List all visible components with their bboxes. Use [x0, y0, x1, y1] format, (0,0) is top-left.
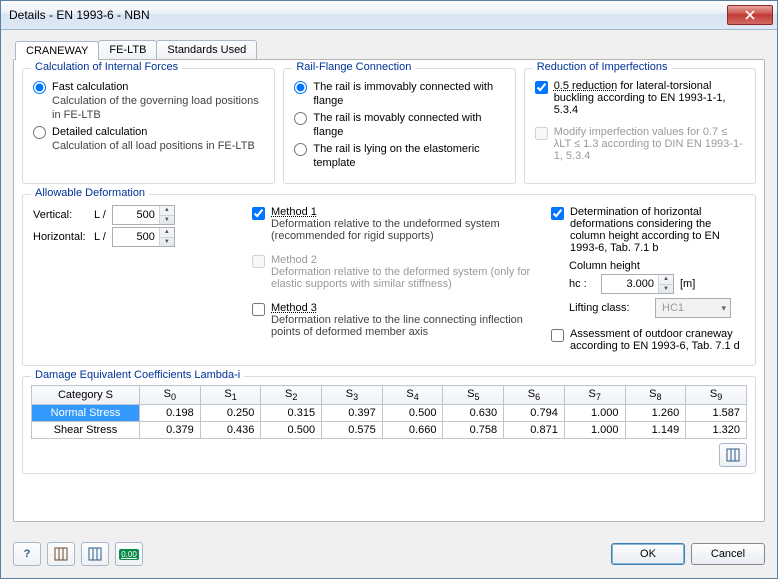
check-method-3-label: Method 3: [271, 302, 317, 314]
input-vertical-l[interactable]: [113, 206, 159, 224]
check-modify-imperfection-label: Modify imperfection values for 0.7 ≤ λLT…: [554, 126, 745, 162]
input-hc[interactable]: [602, 275, 658, 293]
check-modify-imperfection: [535, 127, 548, 140]
columns-icon: [88, 547, 102, 561]
label-horizontal: Horizontal:: [33, 231, 88, 243]
radio-detailed-calculation-sub: Calculation of all load positions in FE-…: [52, 139, 255, 153]
group-allowable-deformation: Allowable Deformation: [31, 187, 149, 199]
check-horizontal-deform[interactable]: [551, 207, 564, 220]
window-title: Details - EN 1993-6 - NBN: [9, 8, 727, 22]
label-vertical: Vertical:: [33, 209, 88, 221]
columns-icon: [726, 448, 740, 462]
radio-rail-elastomeric[interactable]: [294, 143, 307, 156]
radio-rail-movable[interactable]: [294, 112, 307, 125]
check-horizontal-deform-label: Determination of horizontal deformations…: [570, 206, 745, 254]
check-method-1[interactable]: [252, 207, 265, 220]
label-lover-h: L /: [94, 231, 106, 243]
units-button[interactable]: 0.00: [115, 542, 143, 566]
spin-up-icon[interactable]: ▲: [160, 228, 174, 238]
radio-rail-movable-label: The rail is movably connected with flang…: [313, 111, 504, 139]
tab-standards-used[interactable]: Standards Used: [156, 40, 257, 59]
check-05-reduction-link: 0.5 reduction: [554, 80, 618, 92]
input-horizontal-l[interactable]: [113, 228, 159, 246]
select-lifting-class[interactable]: HC1: [655, 298, 731, 318]
radio-detailed-calculation-label: Detailed calculation: [52, 125, 255, 139]
radio-fast-calculation-label: Fast calculation: [52, 80, 264, 94]
spin-down-icon[interactable]: ▼: [160, 216, 174, 225]
cancel-button[interactable]: Cancel: [691, 543, 765, 565]
help-button[interactable]: ?: [13, 542, 41, 566]
tool-button-1[interactable]: [47, 542, 75, 566]
columns-icon: [54, 547, 68, 561]
table-row[interactable]: Normal Stress 0.1980.2500.3150.3970.5000…: [32, 405, 747, 422]
th-category: Category S: [32, 386, 140, 405]
spin-up-icon[interactable]: ▲: [659, 275, 673, 285]
label-lover-v: L /: [94, 209, 106, 221]
check-05-reduction[interactable]: [535, 81, 548, 94]
tool-button-2[interactable]: [81, 542, 109, 566]
check-method-3-sub: Deformation relative to the line connect…: [271, 314, 537, 338]
radio-fast-calculation-sub: Calculation of the governing load positi…: [52, 94, 264, 122]
radio-detailed-calculation[interactable]: [33, 126, 46, 139]
check-method-1-label: Method 1: [271, 206, 317, 218]
group-reduction: Reduction of Imperfections: [533, 61, 672, 73]
check-method-2-label: Method 2: [271, 254, 317, 266]
group-lambda: Damage Equivalent Coefficients Lambda-i: [31, 369, 244, 381]
radio-rail-immovable[interactable]: [294, 81, 307, 94]
check-outdoor-craneway-label: Assessment of outdoor craneway according…: [570, 328, 745, 352]
label-lifting-class: Lifting class:: [569, 302, 649, 314]
close-button[interactable]: [727, 5, 773, 25]
radio-fast-calculation[interactable]: [33, 81, 46, 94]
spin-down-icon[interactable]: ▼: [160, 238, 174, 247]
label-hc: hc :: [569, 278, 595, 290]
lambda-table[interactable]: Category S S0S1S2S3S4S5S6S7S8S9 Normal S…: [31, 385, 747, 439]
check-method-2-sub: Deformation relative to the deformed sys…: [271, 266, 537, 290]
close-icon: [745, 10, 755, 20]
label-hc-unit: [m]: [680, 278, 695, 290]
label-column-height: Column height: [569, 260, 745, 272]
check-method-2: [252, 255, 265, 268]
lambda-settings-button[interactable]: [719, 443, 747, 467]
check-method-3[interactable]: [252, 303, 265, 316]
spin-up-icon[interactable]: ▲: [160, 206, 174, 216]
radio-rail-immovable-label: The rail is immovably connected with fla…: [313, 80, 504, 108]
help-icon: ?: [24, 548, 31, 560]
radio-rail-elastomeric-label: The rail is lying on the elastomeric tem…: [313, 142, 504, 170]
group-calc-forces: Calculation of Internal Forces: [31, 61, 182, 73]
tab-fe-ltb[interactable]: FE-LTB: [98, 40, 157, 59]
check-outdoor-craneway[interactable]: [551, 329, 564, 342]
check-method-1-sub: Deformation relative to the undeformed s…: [271, 218, 537, 242]
tab-craneway[interactable]: CRANEWAY: [15, 41, 99, 60]
units-icon: 0.00: [119, 549, 139, 560]
ok-button[interactable]: OK: [611, 543, 685, 565]
group-rail-flange: Rail-Flange Connection: [292, 61, 415, 73]
table-row[interactable]: Shear Stress 0.3790.4360.5000.5750.6600.…: [32, 422, 747, 439]
spin-down-icon[interactable]: ▼: [659, 285, 673, 294]
